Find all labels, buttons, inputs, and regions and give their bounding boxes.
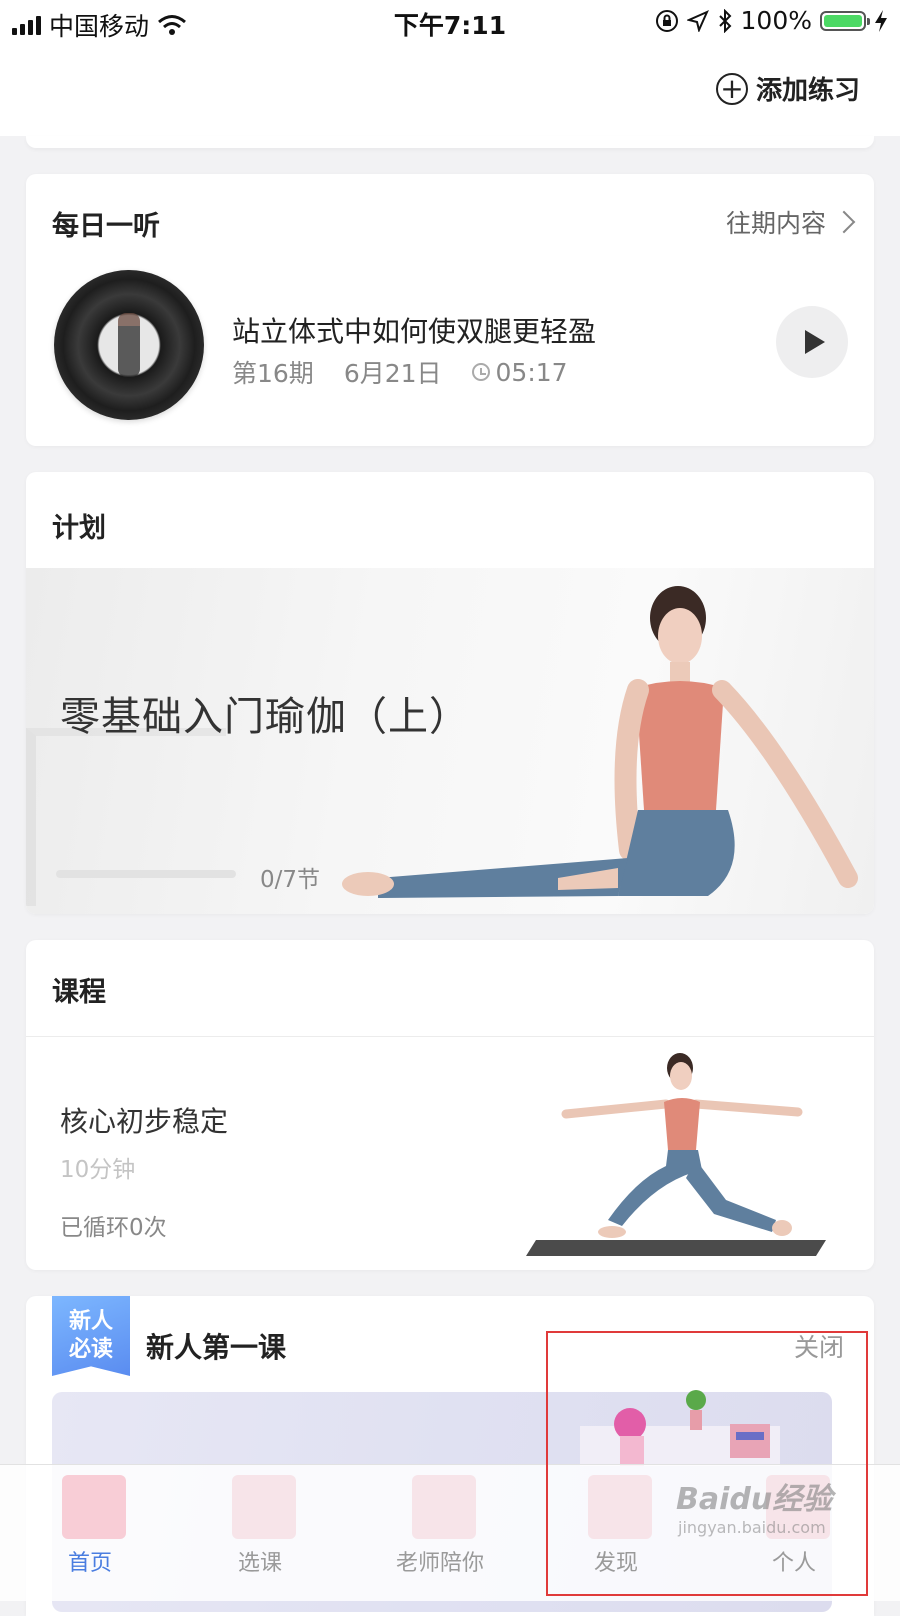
plan-banner[interactable]: 零基础入门瑜伽（上） 0/7节 [26, 568, 874, 914]
tab-label: 发现 [593, 1551, 638, 1576]
clock-icon [471, 363, 490, 381]
episode-title[interactable]: 站立体式中如何使双腿更轻盈 [232, 310, 596, 350]
plan-progress-bar [56, 870, 236, 878]
plan-card: 计划 零基础入门瑜伽（上） 0/7节 [26, 472, 874, 914]
course-duration: 10分钟 [60, 1157, 136, 1183]
play-icon [805, 330, 825, 354]
plus-circle-icon: + [715, 72, 748, 105]
add-practice-button[interactable]: + 添加练习 [715, 70, 860, 107]
battery-icon [820, 10, 870, 31]
newbie-title: 新人第一课 [146, 1331, 287, 1364]
plan-progress: 0/7节 [260, 867, 321, 893]
past-content-label: 往期内容 [725, 209, 826, 238]
newbie-badge: 新人 必读 [52, 1296, 130, 1376]
watermark: Baidu经验 [676, 1482, 833, 1517]
yoga-instructor-seated-image [342, 586, 858, 898]
course-name[interactable]: 核心初步稳定 [60, 1100, 228, 1140]
tab-label: 老师陪你 [395, 1551, 484, 1576]
banner-illustration [580, 1390, 780, 1466]
daily-listen-title: 每日一听 [52, 211, 160, 242]
discover-icon [588, 1475, 652, 1539]
tab-courses[interactable]: 选课 [170, 1465, 350, 1601]
previous-card-edge [26, 136, 874, 148]
divider [26, 1036, 874, 1037]
episode-meta: 第16期 6月21日 05:17 [232, 354, 568, 390]
past-content-link[interactable]: 往期内容 [725, 204, 856, 240]
top-nav: + 添加练习 [0, 44, 900, 136]
tab-label: 个人 [771, 1551, 816, 1576]
home-icon [62, 1475, 126, 1539]
yoga-instructor-lunge-image[interactable] [526, 1050, 836, 1260]
course-loops: 已循环0次 [60, 1215, 167, 1241]
plan-title: 计划 [52, 513, 106, 544]
location-icon [686, 9, 709, 32]
charging-icon [875, 9, 887, 32]
close-button[interactable]: 关闭 [794, 1328, 844, 1364]
cover-figure [118, 313, 140, 377]
chevron-right-icon [832, 210, 856, 234]
tab-label: 选课 [237, 1551, 282, 1576]
vinyl-record-cover[interactable] [54, 270, 204, 420]
battery-percent: 100% [740, 6, 812, 35]
rotation-lock-icon [655, 9, 678, 32]
course-section-title: 课程 [52, 977, 106, 1008]
episode-date: 6月21日 [343, 359, 442, 388]
course-card: 课程 核心初步稳定 10分钟 已循环0次 [26, 940, 874, 1270]
watermark-url: jingyan.baidu.com [678, 1518, 826, 1537]
daily-listen-card: 每日一听 往期内容 站立体式中如何使双腿更轻盈 第16期 6月21日 05:17 [26, 174, 874, 446]
courses-icon [232, 1475, 296, 1539]
tab-home[interactable]: 首页 [0, 1465, 180, 1601]
status-right: 100% [655, 6, 888, 35]
episode-duration: 05:17 [495, 357, 568, 387]
bluetooth-icon [718, 8, 731, 33]
tab-label: 首页 [67, 1551, 112, 1576]
episode-issue: 第16期 [232, 359, 314, 388]
teacher-icon [412, 1475, 476, 1539]
status-bar: 中国移动 下午7:11 100% [0, 0, 900, 44]
play-button[interactable] [776, 306, 848, 378]
chair-illustration [26, 728, 226, 906]
tab-teacher[interactable]: 老师陪你 [350, 1465, 530, 1601]
add-practice-label: 添加练习 [755, 76, 860, 106]
